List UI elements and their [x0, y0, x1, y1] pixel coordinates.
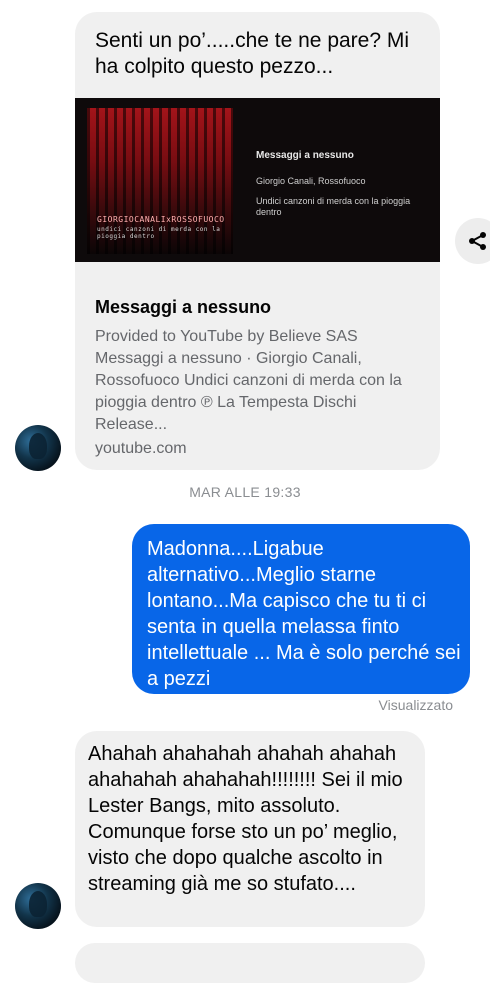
contact-avatar[interactable] [15, 883, 61, 929]
thumbnail-title: Messaggi a nessuno [256, 150, 354, 161]
link-thumbnail[interactable]: GIORGIOCANALIxROSSOFUOCO undici canzoni … [75, 98, 440, 262]
message-text: Senti un po’.....che te ne pare? Mi ha c… [95, 29, 410, 78]
incoming-message-partial[interactable] [75, 943, 425, 983]
message-timestamp: MAR ALLE 19:33 [189, 484, 301, 500]
thumbnail-album: Undici canzoni di merda con la pioggia d… [256, 196, 411, 217]
seen-status: Visualizzato [378, 697, 453, 713]
outgoing-message[interactable]: Madonna....Ligabue alternativo...Meglio … [132, 524, 470, 694]
thumbnail-artist: Giorgio Canali, Rossofuoco [256, 176, 366, 186]
message-text: Ahahah ahahahah ahahah ahahah ahahahah a… [88, 743, 403, 895]
link-title[interactable]: Messaggi a nessuno [95, 297, 271, 318]
album-cover-text: GIORGIOCANALIxROSSOFUOCO undici canzoni … [97, 215, 225, 240]
message-text: Madonna....Ligabue alternativo...Meglio … [147, 538, 461, 690]
link-description: Provided to YouTube by Believe SAS Messa… [95, 328, 402, 433]
share-button[interactable] [455, 218, 490, 264]
incoming-message[interactable]: Ahahah ahahahah ahahah ahahah ahahahah a… [75, 731, 425, 927]
contact-avatar[interactable] [15, 425, 61, 471]
album-cover: GIORGIOCANALIxROSSOFUOCO undici canzoni … [87, 108, 233, 254]
link-domain: youtube.com [95, 440, 187, 457]
shared-link-message[interactable]: Senti un po’.....che te ne pare? Mi ha c… [75, 12, 440, 470]
share-icon [469, 232, 486, 250]
